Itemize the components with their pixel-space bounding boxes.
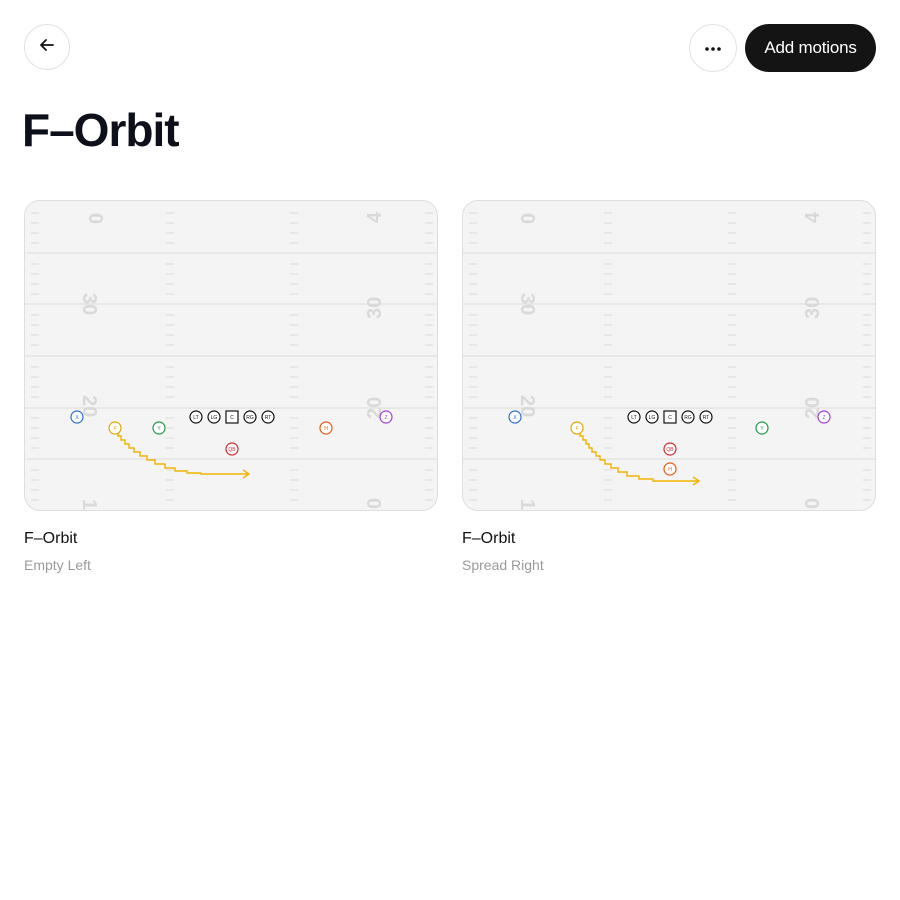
player-rg[interactable]: RG [243, 410, 257, 424]
svg-text:C: C [230, 415, 234, 421]
arrow-left-icon [38, 36, 56, 59]
player-f[interactable]: F [108, 421, 122, 435]
play-name: F–Orbit [462, 530, 516, 547]
player-lg[interactable]: LG [207, 410, 221, 424]
player-h[interactable]: H [319, 421, 333, 435]
svg-text:RG: RG [246, 415, 254, 421]
yard-number: 30 [802, 297, 824, 319]
yard-number: 30 [78, 293, 100, 315]
player-y[interactable]: Y [152, 421, 166, 435]
play-detail-page: Add motions F–Orbit 0 4 30 30 20 20 1 0 … [0, 0, 900, 900]
player-z[interactable]: Z [379, 410, 393, 424]
yard-number: 0 [364, 498, 386, 509]
svg-text:LG: LG [649, 415, 656, 421]
svg-text:RT: RT [265, 415, 272, 421]
play-card[interactable]: 0 4 30 30 20 20 1 0 X [24, 200, 438, 575]
ellipsis-icon [704, 39, 722, 57]
yard-number: 4 [364, 211, 386, 223]
svg-text:QB: QB [666, 447, 674, 453]
player-h[interactable]: H [663, 462, 677, 476]
formation-name: Spread Right [462, 557, 544, 573]
svg-text:C: C [668, 415, 672, 421]
player-z[interactable]: Z [817, 410, 831, 424]
play-diagram[interactable]: 0 4 30 30 20 20 1 0 X [24, 200, 438, 511]
yard-number: 30 [364, 297, 386, 319]
motion-path [576, 428, 699, 482]
svg-text:LG: LG [211, 415, 218, 421]
svg-text:QB: QB [228, 447, 236, 453]
player-lt[interactable]: LT [627, 410, 641, 424]
player-c[interactable]: C [663, 410, 677, 424]
yard-number: 1 [78, 499, 100, 510]
player-rg[interactable]: RG [681, 410, 695, 424]
yard-number: 0 [516, 213, 538, 224]
svg-text:F: F [113, 426, 116, 432]
play-name: F–Orbit [24, 530, 78, 547]
add-motions-button[interactable]: Add motions [745, 24, 876, 72]
player-x[interactable]: X [508, 410, 522, 424]
page-title: F–Orbit [22, 104, 180, 156]
player-c[interactable]: C [225, 410, 239, 424]
more-options-button[interactable] [689, 24, 737, 72]
yard-number: 0 [802, 498, 824, 509]
player-y[interactable]: Y [755, 421, 769, 435]
player-rt[interactable]: RT [261, 410, 275, 424]
player-lg[interactable]: LG [645, 410, 659, 424]
player-x[interactable]: X [70, 410, 84, 424]
play-diagram[interactable]: 0 4 30 30 20 20 1 0 X [462, 200, 876, 511]
football-field: 0 4 30 30 20 20 1 0 X [463, 211, 875, 510]
yard-number: 1 [516, 499, 538, 510]
yard-number: 30 [516, 293, 538, 315]
football-field: 0 4 30 30 20 20 1 0 X [25, 211, 437, 510]
play-card[interactable]: 0 4 30 30 20 20 1 0 X [462, 200, 876, 575]
svg-text:Z: Z [822, 415, 825, 421]
player-lt[interactable]: LT [189, 410, 203, 424]
svg-text:RT: RT [703, 415, 710, 421]
player-rt[interactable]: RT [699, 410, 713, 424]
back-button[interactable] [24, 24, 70, 70]
svg-text:Z: Z [384, 415, 387, 421]
svg-text:LT: LT [631, 415, 636, 421]
player-qb[interactable]: QB [225, 442, 239, 456]
yard-number: 0 [84, 213, 106, 224]
svg-text:RG: RG [684, 415, 692, 421]
svg-text:H: H [668, 467, 672, 473]
svg-text:F: F [575, 426, 578, 432]
svg-text:LT: LT [193, 415, 198, 421]
player-f[interactable]: F [570, 421, 584, 435]
player-qb[interactable]: QB [663, 442, 677, 456]
svg-text:H: H [324, 426, 328, 432]
yard-number: 4 [802, 211, 824, 223]
formation-name: Empty Left [24, 557, 91, 573]
